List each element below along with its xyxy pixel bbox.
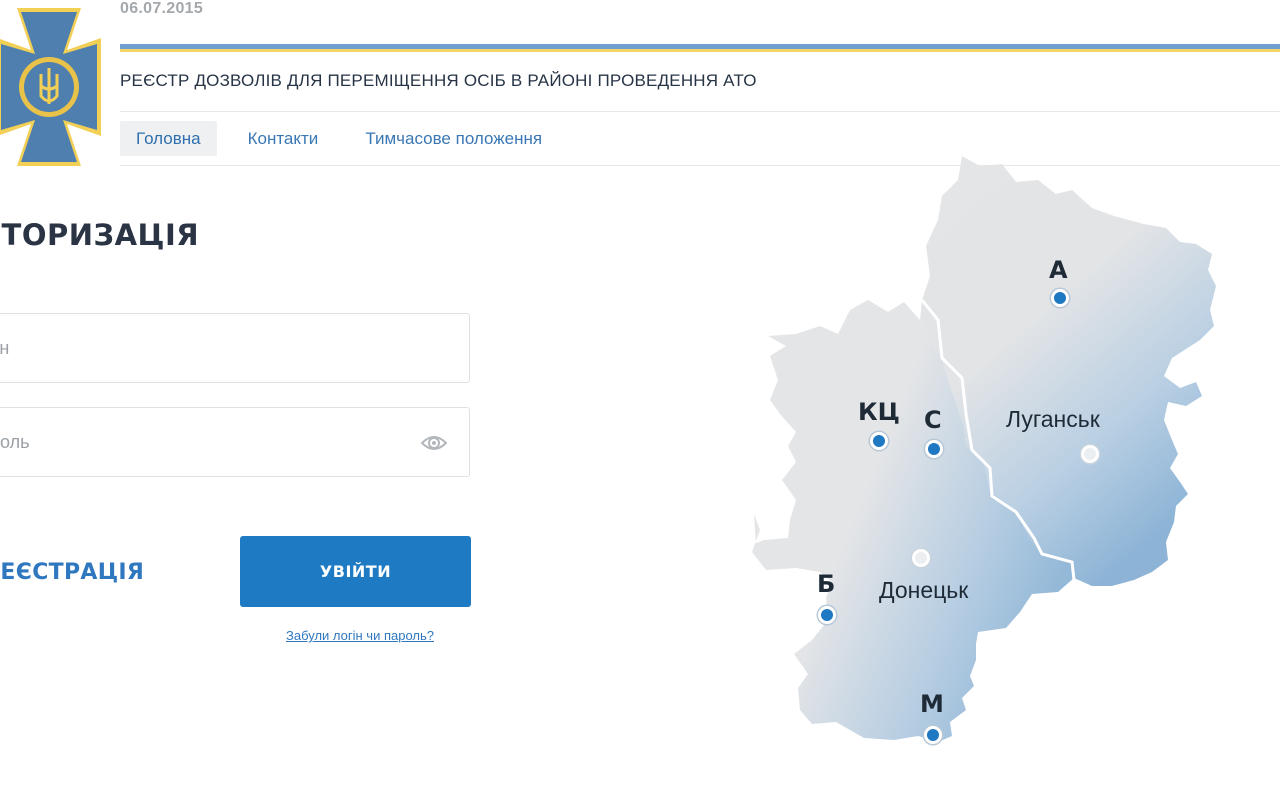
map-point-m[interactable] [924,726,942,744]
map-label-kc: КЦ [858,398,900,426]
region-map-shape [752,156,1216,742]
map-point-b[interactable] [818,606,836,624]
register-link[interactable]: РЕЄСТРАЦІЯ [0,560,144,585]
map-point-kc[interactable] [870,432,888,450]
login-field[interactable] [0,313,470,383]
nav-item-home[interactable]: Головна [120,121,217,156]
map-label-b: Б [817,570,836,598]
map-point-c[interactable] [925,440,943,458]
forgot-password-link[interactable]: Забули логін чи пароль? [286,628,434,643]
map-label-luhansk: Луганськ [1006,406,1100,432]
nav-item-contacts[interactable]: Контакти [232,121,335,156]
sbu-emblem-icon [0,8,101,166]
map-label-donetsk: Донецьк [879,577,969,603]
login-submit-button[interactable]: УВІЙТИ [240,536,471,607]
password-input[interactable] [0,408,367,476]
password-field[interactable] [0,407,470,477]
page-title: РЕЄСТР ДОЗВОЛІВ ДЛЯ ПЕРЕМІЩЕННЯ ОСІБ В Р… [120,71,757,90]
auth-title: АВТОРИЗАЦІЯ [0,218,200,252]
nav-item-temporary-regulation[interactable]: Тимчасове положення [349,121,558,156]
header-stripe-yellow [120,49,1280,52]
map-label-a: А [1049,256,1068,284]
divider [120,111,1280,112]
show-password-eye-icon[interactable] [421,432,447,454]
map-point-luhansk[interactable] [1081,445,1099,463]
region-map: А КЦ С Луганськ Донецьк Б М [740,150,1280,780]
map-point-donetsk[interactable] [912,549,930,567]
current-date: 06.07.2015 [120,0,204,17]
map-point-a[interactable] [1051,289,1069,307]
main-nav: Головна Контакти Тимчасове положення [120,121,573,156]
map-label-m: М [920,690,944,718]
map-label-c: С [924,406,942,434]
login-input[interactable] [0,314,367,382]
